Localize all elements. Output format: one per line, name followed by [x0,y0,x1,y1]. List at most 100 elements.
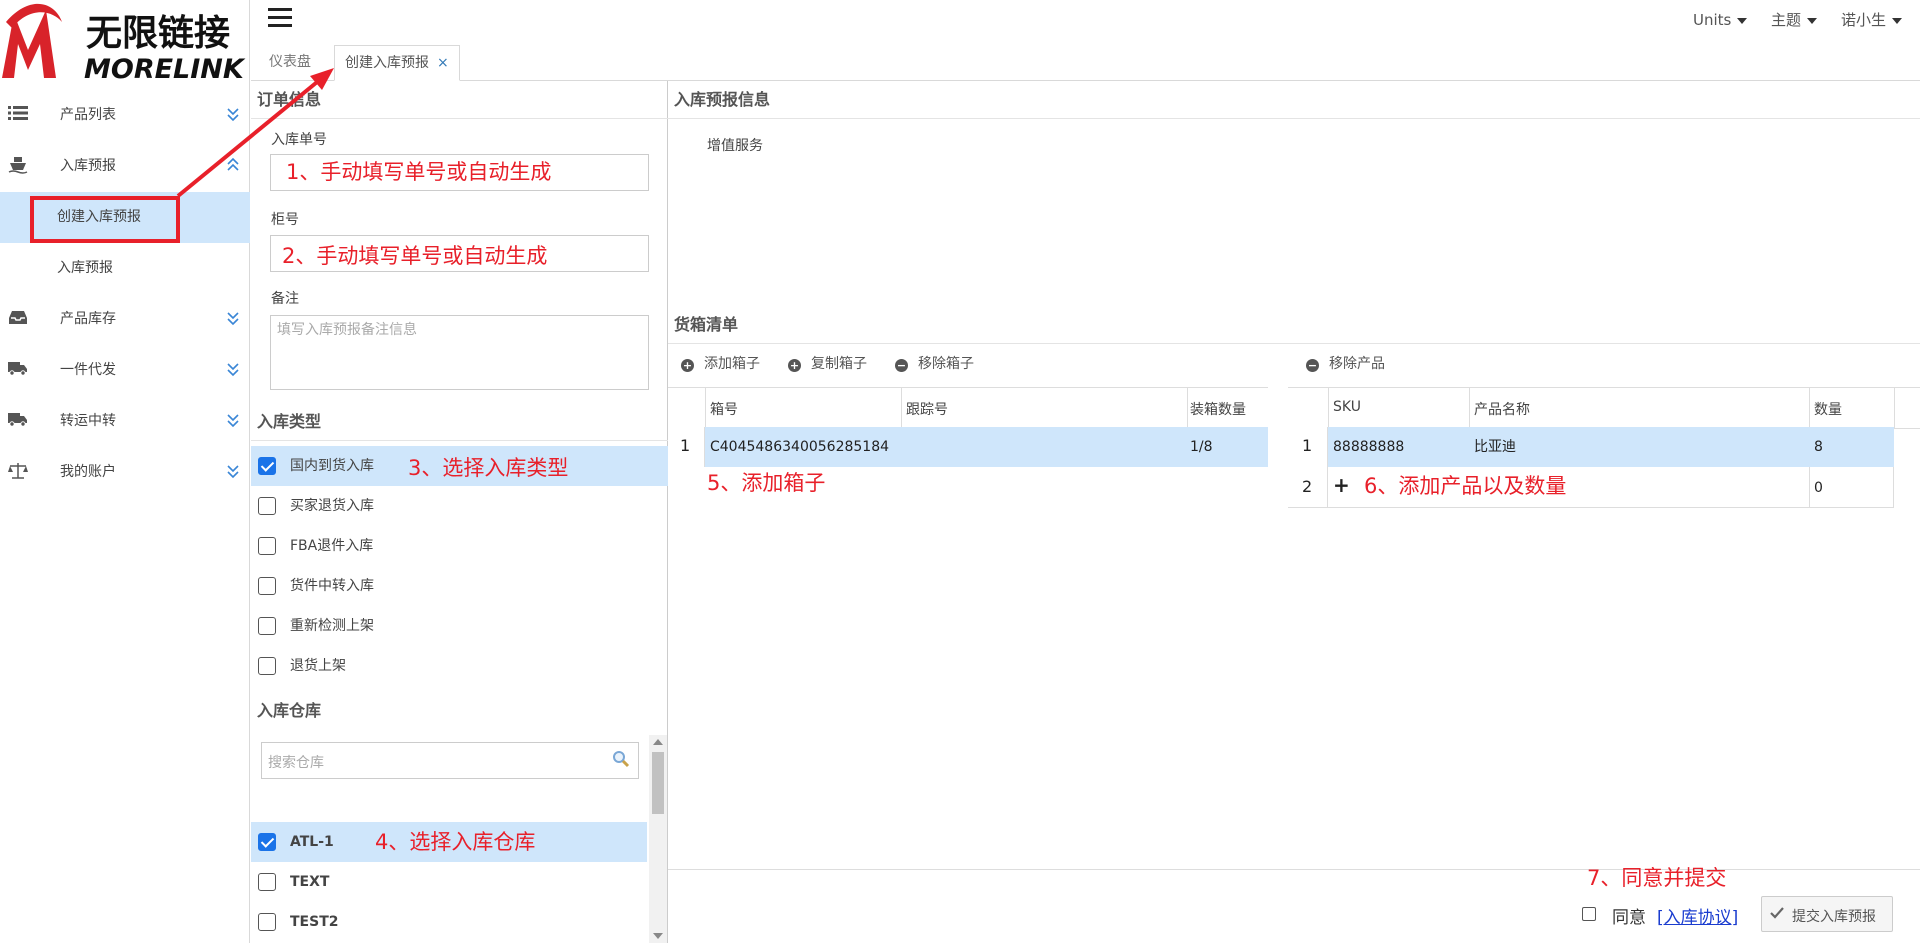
type-option-label: 退货上架 [290,658,346,674]
box-no-cell[interactable]: C4045486340056285184 [710,438,889,456]
warehouse-option-label: ATL-1 [290,834,334,850]
sidebar-item-inventory[interactable]: 产品库存 [0,294,250,345]
agree-checkbox[interactable] [1582,907,1596,921]
warehouse-section-title: 入库仓库 [257,701,322,720]
box-qty-cell[interactable]: 1/8 [1190,438,1213,456]
quantity-cell[interactable]: 8 [1814,438,1823,456]
sidebar-item-label: 转运中转 [60,413,116,429]
sidebar-item-inbound[interactable]: 入库预报 [0,141,250,192]
checkbox[interactable] [258,833,276,851]
sidebar-item-account[interactable]: 我的账户 [0,447,250,498]
tab-create-forecast[interactable]: 创建入库预报 × [334,45,460,81]
caret-down-icon [1807,17,1818,24]
annotation-step3: 3、选择入库类型 [408,456,569,480]
ship-icon [8,156,28,176]
agreement-link[interactable]: [入库协议] [1657,903,1738,928]
table-row[interactable]: 1 88888888 比亚迪 8 [1288,427,1894,467]
morelink-logo-icon: 无限链接 MORELINK [2,3,246,85]
logo-en-text: MORELINK [84,54,246,82]
check-icon [1770,905,1784,924]
col-sku: SKU [1333,399,1361,415]
chevron-double-down-icon [226,461,240,481]
caret-down-icon [1892,17,1903,24]
truck-icon [8,360,28,380]
tab-label: 创建入库预报 [345,55,429,71]
warehouse-option[interactable]: TEST2 [251,902,647,942]
annotation-step4: 4、选择入库仓库 [375,830,536,854]
sidebar-item-label: 我的账户 [60,464,116,480]
caret-down-icon [1737,17,1748,24]
sidebar: 无限链接 MORELINK 产品列表 入库预报 创建入库预报 入库预报 产品库存 [0,0,250,943]
forecast-section-title: 入库预报信息 [668,81,1920,119]
annotation-step7: 7、同意并提交 [1587,866,1727,890]
warehouse-scrollbar[interactable] [649,735,667,943]
sidebar-item-products[interactable]: 产品列表 [0,90,250,141]
submit-button[interactable]: 提交入库预报 [1761,896,1893,932]
remove-product-button[interactable]: − 移除产品 [1306,355,1385,373]
tab-label: 仪表盘 [269,54,311,70]
top-bar: Units 主题 诺小生 [251,0,1920,40]
type-option-label: 买家退货入库 [290,498,374,514]
chevron-double-down-icon [226,104,240,124]
col-box-qty: 装箱数量 [1190,402,1246,418]
warehouse-search-input[interactable]: 搜索仓库 [261,742,639,779]
plus-circle-icon: + [788,359,801,372]
checkbox[interactable] [258,657,276,675]
sidebar-item-dropship[interactable]: 一件代发 [0,345,250,396]
type-option[interactable]: 买家退货入库 [251,486,668,526]
scroll-down-icon[interactable] [653,933,663,939]
checkbox[interactable] [258,497,276,515]
add-box-button[interactable]: + 添加箱子 [681,355,760,373]
warehouse-option[interactable]: TEXT [251,862,647,902]
sidebar-item-label: 入库预报 [60,158,116,174]
tab-dashboard[interactable]: 仪表盘 [259,45,321,81]
checkbox[interactable] [258,873,276,891]
sidebar-item-forecast-list[interactable]: 入库预报 [0,243,250,294]
hamburger-menu-icon[interactable] [268,8,292,30]
sidebar-item-label: 产品列表 [60,107,116,123]
units-menu[interactable]: Units [1693,10,1748,30]
user-menu[interactable]: 诺小生 [1841,10,1903,30]
checkbox[interactable] [258,577,276,595]
type-option[interactable]: 重新检测上架 [251,606,668,646]
scroll-thumb[interactable] [652,752,664,814]
scroll-up-icon[interactable] [653,739,663,745]
box-section-title: 货箱清单 [668,306,1920,344]
add-product-icon[interactable]: + [1333,475,1350,495]
sidebar-item-label: 产品库存 [60,311,116,327]
type-option-label: FBA退件入库 [290,538,374,554]
chevron-double-down-icon [226,359,240,379]
copy-box-button[interactable]: + 复制箱子 [788,355,867,373]
value-added-label: 增值服务 [707,138,763,154]
remove-box-button[interactable]: − 移除箱子 [895,355,974,373]
submit-label: 提交入库预报 [1792,909,1876,925]
type-section-title: 入库类型 [251,403,668,441]
search-icon[interactable] [612,750,630,772]
table-row[interactable]: 1 C4045486340056285184 1/8 [668,427,1268,467]
remove-product-label: 移除产品 [1329,356,1385,372]
checkbox[interactable] [258,537,276,555]
inbox-icon [8,309,28,329]
highlight-box [30,196,180,243]
order-no-label: 入库单号 [271,132,327,148]
product-name-cell[interactable]: 比亚迪 [1474,438,1516,456]
list-icon [8,105,28,125]
checkbox[interactable] [258,913,276,931]
remark-label: 备注 [271,291,299,307]
remove-box-label: 移除箱子 [918,356,974,372]
close-icon[interactable]: × [437,55,449,71]
sku-cell[interactable]: 88888888 [1333,438,1404,456]
remark-textarea[interactable]: 填写入库预报备注信息 [270,315,649,390]
units-menu-label: Units [1693,11,1732,29]
checkbox[interactable] [258,457,276,475]
quantity-cell[interactable]: 0 [1814,479,1823,497]
col-product-name: 产品名称 [1474,402,1530,418]
chevron-double-up-icon [226,155,240,175]
type-option[interactable]: 退货上架 [251,646,668,686]
sidebar-item-transit[interactable]: 转运中转 [0,396,250,447]
type-option[interactable]: 货件中转入库 [251,566,668,606]
type-option[interactable]: FBA退件入库 [251,526,668,566]
type-option-label: 重新检测上架 [290,618,374,634]
checkbox[interactable] [258,617,276,635]
theme-menu[interactable]: 主题 [1771,10,1818,30]
